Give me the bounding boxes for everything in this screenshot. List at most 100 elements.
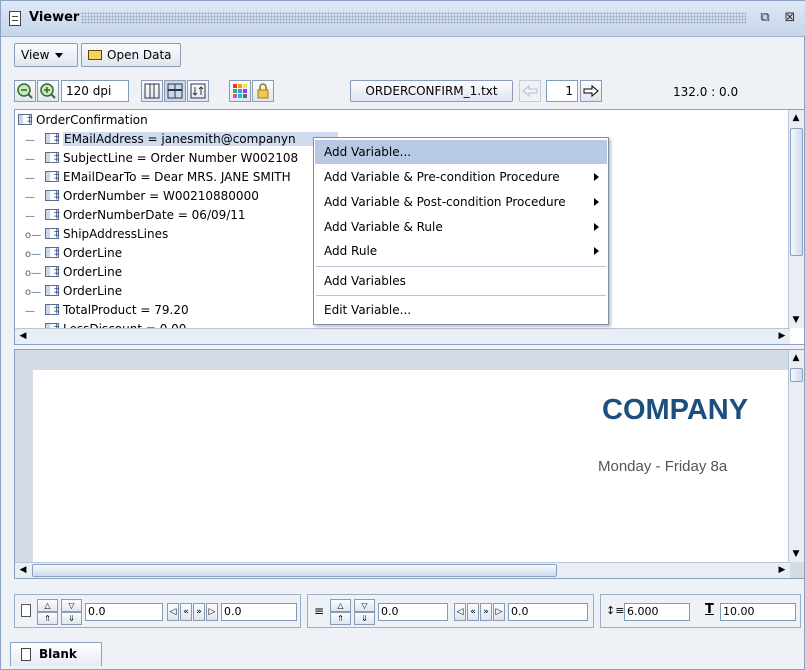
nudge-left-button[interactable]: ◁ [454, 603, 466, 621]
expand-handle-icon[interactable]: o— [25, 245, 45, 264]
tree-node[interactable]: — TotalProduct = 79.20 [25, 300, 189, 320]
font-size-field[interactable]: 10.00 [720, 603, 796, 621]
tree-node[interactable]: — OrderNumberDate = 06/09/11 [25, 205, 246, 225]
text-metrics-group: ↕≡ 6.000 T 10.00 [600, 594, 801, 628]
tree-horizontal-scrollbar[interactable]: ◀ ▶ [15, 328, 790, 344]
preview-vertical-scrollbar[interactable]: ▲ ▼ [788, 350, 804, 562]
zoom-out-button[interactable] [14, 80, 36, 102]
menu-item-add-variable[interactable]: Add Variable... [315, 140, 607, 164]
fast-up-button[interactable]: ⇑ [37, 612, 58, 625]
page-x-field[interactable]: 0.0 [85, 603, 163, 621]
fast-down-button[interactable]: ⇓ [61, 612, 82, 625]
menu-item-label: Add Variable & Pre-condition Procedure [324, 170, 560, 184]
coordinates-readout: 132.0 : 0.0 [673, 85, 739, 99]
increment-up-button[interactable]: △ [37, 599, 58, 612]
preview-pane: COMPANY Monday - Friday 8a ▲ ▼ ◀ ▶ [14, 349, 805, 579]
close-icon[interactable]: ⊠ [782, 10, 798, 26]
zoom-in-button[interactable] [37, 80, 59, 102]
scroll-left-icon[interactable]: ◀ [16, 563, 30, 577]
node-icon [45, 224, 60, 243]
tree-node-label: TotalProduct = 79.20 [63, 303, 189, 317]
tree-node[interactable]: — OrderNumber = W00210880000 [25, 186, 259, 206]
scroll-up-icon[interactable]: ▲ [789, 111, 803, 125]
tree-node[interactable]: — EMailDearTo = Dear MRS. JANE SMITH [25, 167, 291, 187]
tree-connector: — [25, 173, 35, 184]
colors-button[interactable] [229, 80, 251, 102]
menu-separator [316, 266, 606, 267]
scroll-right-icon[interactable]: ▶ [775, 563, 789, 577]
preview-scroll-thumb[interactable] [790, 368, 803, 382]
previous-page-button[interactable] [519, 80, 541, 102]
tree-node-label: OrderLine [63, 246, 123, 260]
preview-horizontal-scrollbar[interactable]: ◀ ▶ [15, 562, 790, 578]
tree-connector: — [25, 135, 35, 146]
dpi-field[interactable]: 120 dpi [61, 80, 129, 102]
context-menu: Add Variable... Add Variable & Pre-condi… [313, 137, 609, 325]
open-data-button[interactable]: Open Data [81, 43, 181, 67]
field-x-field[interactable]: 0.0 [378, 603, 448, 621]
menu-item-add-rule[interactable]: Add Rule [315, 239, 607, 263]
title-bar: Viewer ⧉ ⊠ [1, 1, 805, 37]
fast-left-button[interactable]: « [180, 603, 192, 621]
tree-node[interactable]: o— OrderLine [25, 281, 122, 302]
node-icon [45, 281, 60, 300]
tree-node[interactable]: — SubjectLine = Order Number W002108 [25, 148, 298, 168]
tree-root[interactable]: OrderConfirmation [18, 110, 148, 130]
document-page: COMPANY Monday - Friday 8a [33, 370, 788, 566]
increment-down-button[interactable]: ▽ [61, 599, 82, 612]
scroll-up-icon[interactable]: ▲ [789, 351, 803, 365]
menu-item-add-variable-post-condition[interactable]: Add Variable & Post-condition Procedure [315, 190, 607, 214]
tree-node[interactable]: o— OrderLine [25, 243, 123, 264]
lock-button[interactable] [252, 80, 274, 102]
position-controls: △ ▽ ⇑ ⇓ 0.0 ◁ « » ▷ 0.0 ≡ △ ▽ ⇑ ⇓ 0.0 ◁ … [14, 586, 805, 638]
tree-connector: — [25, 306, 35, 317]
view-menu-button[interactable]: View [14, 43, 78, 67]
column-guide-button[interactable] [141, 80, 163, 102]
field-nav-field[interactable]: 0.0 [508, 603, 588, 621]
tree-node[interactable]: o— OrderLine [25, 262, 122, 283]
menu-item-add-variable-rule[interactable]: Add Variable & Rule [315, 215, 607, 239]
submenu-arrow-icon [594, 223, 599, 231]
menu-item-edit-variable[interactable]: Edit Variable... [315, 298, 607, 322]
fast-right-button[interactable]: » [193, 603, 205, 621]
tree-node-label: OrderNumber = W00210880000 [63, 189, 259, 203]
fast-down-button[interactable]: ⇓ [354, 612, 375, 625]
expand-handle-icon[interactable]: o— [25, 264, 45, 283]
nudge-right-button[interactable]: ▷ [493, 603, 505, 621]
nudge-right-button[interactable]: ▷ [206, 603, 218, 621]
tree-vertical-scrollbar[interactable]: ▲ ▼ [788, 110, 804, 328]
row-guide-button[interactable] [164, 80, 186, 102]
tab-label: Blank [39, 647, 77, 661]
expand-handle-icon[interactable]: o— [25, 226, 45, 245]
scroll-down-icon[interactable]: ▼ [789, 547, 803, 561]
tree-scroll-thumb[interactable] [790, 128, 803, 256]
restore-icon[interactable]: ⧉ [757, 10, 773, 26]
line-spacing-field[interactable]: 6.000 [624, 603, 690, 621]
node-icon [45, 129, 60, 148]
increment-up-button[interactable]: △ [330, 599, 351, 612]
preview-hscroll-thumb[interactable] [32, 564, 557, 577]
fast-up-button[interactable]: ⇑ [330, 612, 351, 625]
expand-handle-icon[interactable]: o— [25, 283, 45, 302]
menu-item-add-variable-pre-condition[interactable]: Add Variable & Pre-condition Procedure [315, 165, 607, 189]
filename-button[interactable]: ORDERCONFIRM_1.txt [350, 80, 513, 102]
scroll-down-icon[interactable]: ▼ [789, 313, 803, 327]
scroll-right-icon[interactable]: ▶ [775, 329, 789, 343]
page-position-group: △ ▽ ⇑ ⇓ 0.0 ◁ « » ▷ 0.0 [14, 594, 301, 628]
next-page-button[interactable] [580, 80, 602, 102]
submenu-arrow-icon [594, 173, 599, 181]
fit-button[interactable] [187, 80, 209, 102]
page-number-field[interactable]: 1 [546, 80, 578, 102]
tree-node[interactable]: — EMailAddress = janesmith@companyn [25, 129, 338, 149]
menu-item-add-variables[interactable]: Add Variables [315, 269, 607, 293]
fast-left-button[interactable]: « [467, 603, 479, 621]
title-grip[interactable] [81, 12, 746, 24]
increment-down-button[interactable]: ▽ [354, 599, 375, 612]
tab-blank[interactable]: Blank [10, 642, 102, 666]
tree-node[interactable]: o— ShipAddressLines [25, 224, 168, 245]
page-nav-field[interactable]: 0.0 [221, 603, 297, 621]
fast-right-button[interactable]: » [480, 603, 492, 621]
nudge-left-button[interactable]: ◁ [167, 603, 179, 621]
zoom-out-icon [17, 83, 33, 99]
scroll-left-icon[interactable]: ◀ [16, 329, 30, 343]
